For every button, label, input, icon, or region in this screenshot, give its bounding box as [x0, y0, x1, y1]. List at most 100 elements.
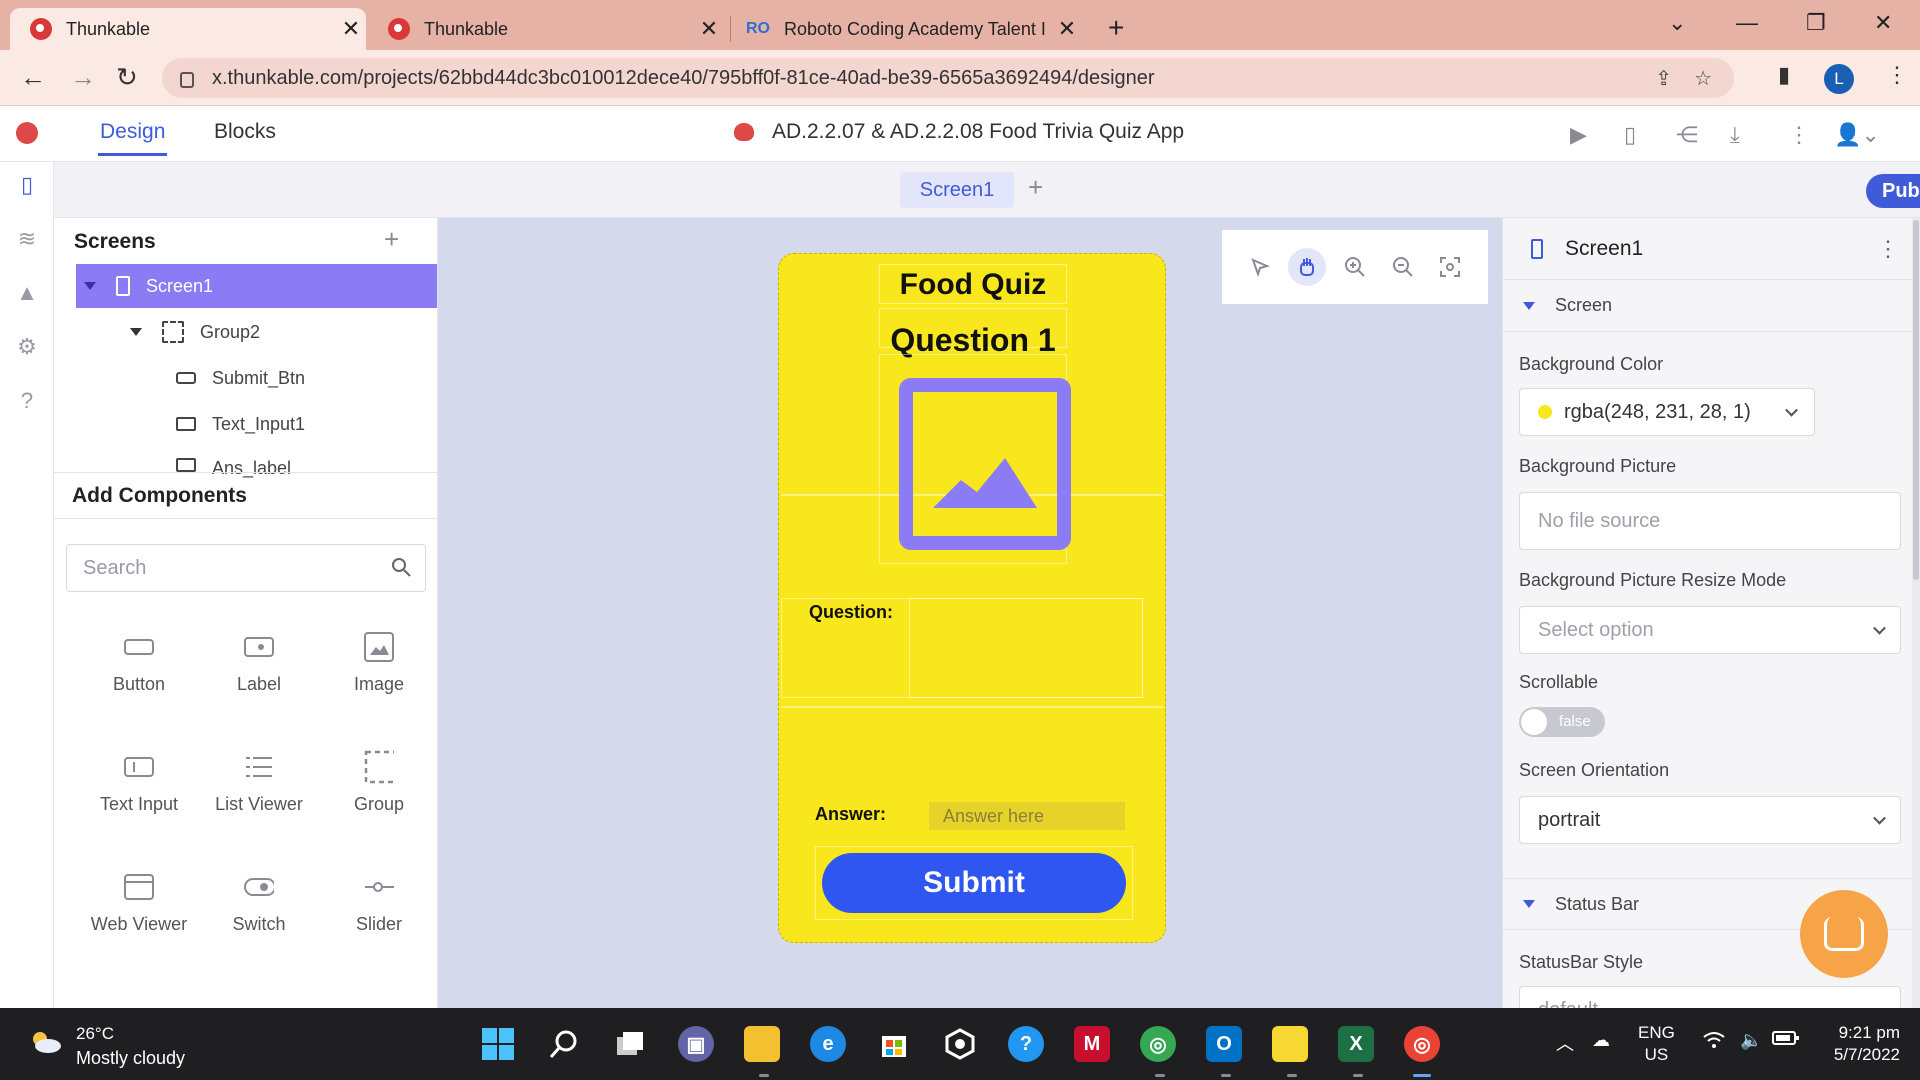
system-clock[interactable]: 9:21 pm 5/7/2022	[1820, 1022, 1900, 1066]
help-icon[interactable]: ?	[14, 388, 40, 414]
collapse-triangle-icon[interactable]	[130, 328, 142, 336]
thunkable-logo-icon[interactable]	[16, 122, 38, 144]
search-icon[interactable]	[389, 555, 413, 579]
submit-button[interactable]: Submit	[822, 853, 1126, 913]
url-text[interactable]: x.thunkable.com/projects/62bbd44dc3bc010…	[212, 67, 1655, 90]
pan-hand-icon[interactable]	[1288, 248, 1327, 286]
show-hidden-icons-chevron-icon[interactable]: ︿	[1556, 1030, 1574, 1056]
forward-icon[interactable]: →	[70, 62, 96, 93]
component-image[interactable]: Image	[324, 632, 434, 695]
teams-chat-icon[interactable]: ▣	[678, 1026, 714, 1062]
share-icon[interactable]: ⇪	[1655, 66, 1672, 91]
side-panel-icon[interactable]: ▮	[1778, 62, 1790, 88]
cloudy-weather-icon[interactable]	[28, 1030, 62, 1054]
question-label[interactable]: Question:	[809, 602, 893, 623]
volume-icon[interactable]: 🔈	[1740, 1030, 1762, 1051]
resize-mode-select[interactable]: Select option	[1519, 606, 1901, 654]
tree-item-screen1[interactable]: Screen1	[76, 264, 437, 308]
download-icon[interactable]: ⤓	[1730, 122, 1740, 148]
battery-icon[interactable]	[1772, 1030, 1800, 1051]
weather-temperature[interactable]: 26°C	[76, 1024, 114, 1044]
image-placeholder[interactable]	[899, 378, 1071, 550]
component-slider[interactable]: Slider	[324, 874, 434, 935]
browser-tab-roboto[interactable]: RO Roboto Coding Academy Talent I ✕	[726, 8, 1082, 50]
component-group[interactable]: Group	[324, 750, 434, 815]
excel-icon[interactable]: X	[1338, 1026, 1374, 1062]
tab-screen1[interactable]: Screen1	[900, 172, 1014, 208]
settings-app-icon[interactable]	[942, 1026, 978, 1062]
design-device-icon[interactable]: ▯	[14, 172, 40, 198]
collapse-triangle-icon[interactable]	[84, 282, 96, 290]
chrome-profile-r-icon[interactable]: ◎	[1140, 1026, 1176, 1062]
add-screen-plus-icon[interactable]: +	[384, 224, 399, 255]
minimize-icon[interactable]: —	[1736, 10, 1758, 36]
language-indicator[interactable]: ENG US	[1638, 1022, 1675, 1066]
select-cursor-icon[interactable]	[1241, 248, 1279, 286]
settings-gear-icon[interactable]: ⚙	[14, 334, 40, 360]
tree-item-text-input1[interactable]: Text_Input1	[54, 402, 437, 446]
component-button[interactable]: Button	[84, 634, 194, 695]
search-taskbar-icon[interactable]	[546, 1026, 582, 1062]
wifi-icon[interactable]	[1702, 1030, 1726, 1055]
properties-scrollbar[interactable]	[1912, 218, 1920, 1008]
close-tab-icon[interactable]: ✕	[694, 16, 724, 42]
restore-icon[interactable]: ❐	[1806, 10, 1826, 36]
more-options-icon[interactable]: ⋮	[1788, 122, 1810, 148]
tree-item-group2[interactable]: Group2	[54, 310, 437, 354]
sticky-notes-icon[interactable]	[1272, 1026, 1308, 1062]
statusbar-style-select[interactable]: default	[1519, 986, 1901, 1008]
scrollbar-thumb[interactable]	[1913, 220, 1919, 580]
add-screen-icon[interactable]: +	[1028, 172, 1043, 203]
close-tab-icon[interactable]: ✕	[1052, 16, 1082, 42]
chrome-menu-icon[interactable]: ⋮	[1886, 62, 1908, 88]
answer-label[interactable]: Answer:	[815, 804, 886, 825]
edge-browser-icon[interactable]: e	[810, 1026, 846, 1062]
component-text-input[interactable]: Text Input	[84, 754, 194, 815]
zoom-in-icon[interactable]	[1336, 248, 1374, 286]
browser-tab-thunkable[interactable]: Thunkable ✕	[368, 8, 724, 50]
onedrive-cloud-icon[interactable]: ☁	[1592, 1030, 1610, 1051]
phone-preview-screen1[interactable]: Food Quiz Question 1 Question: Answer: S…	[778, 253, 1166, 943]
support-chat-button[interactable]	[1800, 890, 1888, 978]
microsoft-store-icon[interactable]	[876, 1026, 912, 1062]
tree-item-submit-btn[interactable]: Submit_Btn	[54, 356, 437, 400]
omnibox[interactable]: x.thunkable.com/projects/62bbd44dc3bc010…	[162, 58, 1734, 98]
component-label[interactable]: Label	[204, 634, 314, 695]
zoom-out-icon[interactable]	[1384, 248, 1422, 286]
orientation-select[interactable]: portrait	[1519, 796, 1901, 844]
component-search-input[interactable]	[67, 545, 367, 592]
more-vertical-icon[interactable]: ⋮	[1877, 236, 1899, 262]
data-sources-database-icon[interactable]: ≋	[14, 226, 40, 252]
new-tab-icon[interactable]: +	[1108, 12, 1124, 44]
component-web-viewer[interactable]: Web Viewer	[84, 874, 194, 934]
bg-picture-field[interactable]: No file source	[1519, 492, 1901, 550]
live-test-phone-icon[interactable]: ▯	[1624, 122, 1636, 148]
browser-tab-thunkable-active[interactable]: Thunkable ✕	[10, 8, 366, 50]
chrome-profile-l-icon[interactable]: ◎	[1404, 1026, 1440, 1062]
play-icon[interactable]: ▶	[1570, 122, 1587, 148]
close-tab-icon[interactable]: ✕	[336, 16, 366, 42]
assets-image-icon[interactable]: ▲	[14, 280, 40, 306]
get-help-icon[interactable]: ?	[1008, 1026, 1044, 1062]
bg-color-picker[interactable]: rgba(248, 231, 28, 1)	[1519, 388, 1815, 436]
food-quiz-title[interactable]: Food Quiz	[779, 268, 1167, 302]
outlook-icon[interactable]: O	[1206, 1026, 1242, 1062]
public-button[interactable]: Public	[1866, 174, 1920, 208]
back-icon[interactable]: ←	[20, 62, 46, 93]
weather-description[interactable]: Mostly cloudy	[76, 1048, 185, 1069]
scrollable-toggle[interactable]: false	[1519, 707, 1605, 737]
file-explorer-icon[interactable]	[744, 1026, 780, 1062]
tree-item-ans-label[interactable]: Ans_label	[54, 448, 437, 478]
bookmark-star-icon[interactable]: ☆	[1694, 66, 1712, 91]
task-view-icon[interactable]	[612, 1026, 648, 1062]
windows-start-icon[interactable]	[480, 1026, 516, 1062]
profile-avatar[interactable]: L	[1824, 64, 1854, 94]
fit-to-screen-icon[interactable]	[1431, 248, 1469, 286]
window-close-icon[interactable]: ✕	[1874, 10, 1892, 36]
component-list-viewer[interactable]: List Viewer	[204, 754, 314, 815]
answer-text-input[interactable]	[929, 802, 1125, 830]
user-account-icon[interactable]: 👤⌄	[1834, 122, 1880, 148]
mcafee-icon[interactable]: M	[1074, 1026, 1110, 1062]
component-switch[interactable]: Switch	[204, 874, 314, 935]
tab-design[interactable]: Design	[97, 120, 168, 156]
